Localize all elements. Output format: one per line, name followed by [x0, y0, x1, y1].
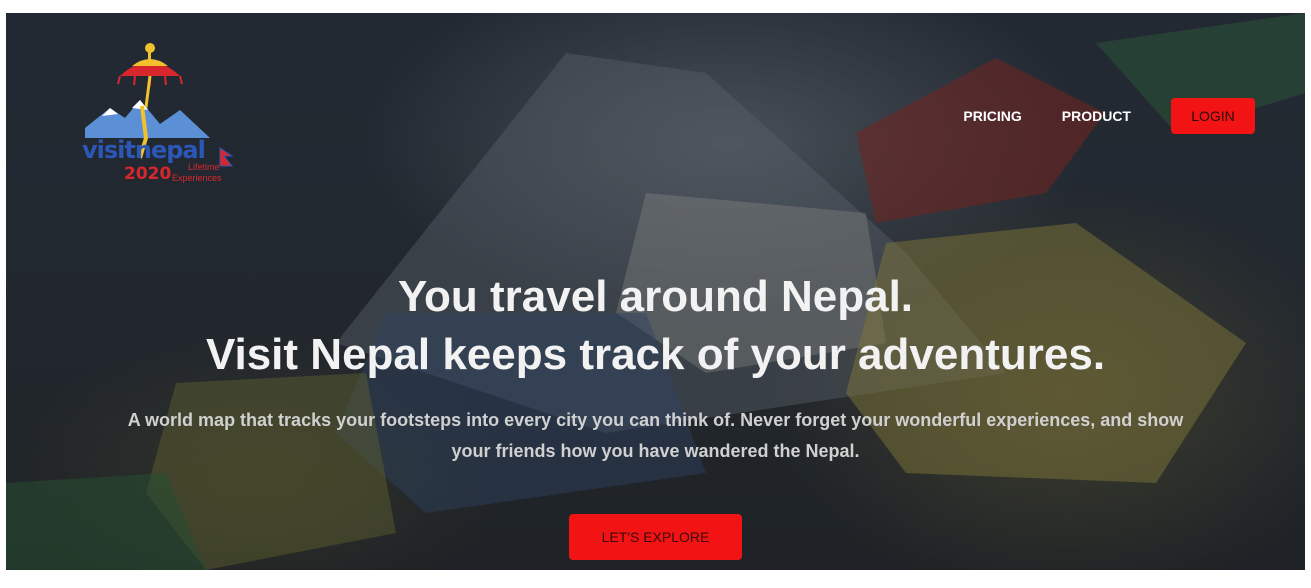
logo-wordmark: visitnepal [82, 136, 206, 164]
hero-subtext: A world map that tracks your footsteps i… [127, 410, 1184, 461]
headline-line-2: Visit Nepal keeps track of your adventur… [205, 330, 1106, 379]
logo-year: 2020 [124, 164, 172, 184]
logo-tagline-experiences: Experiences [172, 173, 222, 183]
logo-tagline-lifetime: Lifetime [188, 162, 220, 172]
top-nav: PRICING PRODUCT LOGIN [963, 98, 1255, 134]
login-button[interactable]: LOGIN [1171, 98, 1255, 134]
visit-nepal-logo[interactable]: visitnepal 2020 Lifetime Experiences [80, 38, 240, 188]
nav-link-product[interactable]: PRODUCT [1062, 108, 1131, 124]
lets-explore-button[interactable]: LET'S EXPLORE [569, 514, 742, 560]
headline-line-1: You travel around Nepal. [397, 272, 914, 321]
hero-section: visitnepal 2020 Lifetime Experiences PRI… [6, 13, 1305, 570]
nav-link-pricing[interactable]: PRICING [963, 108, 1021, 124]
page: visitnepal 2020 Lifetime Experiences PRI… [0, 0, 1311, 588]
hero-headline: You travel around Nepal. Visit Nepal kee… [6, 268, 1305, 384]
